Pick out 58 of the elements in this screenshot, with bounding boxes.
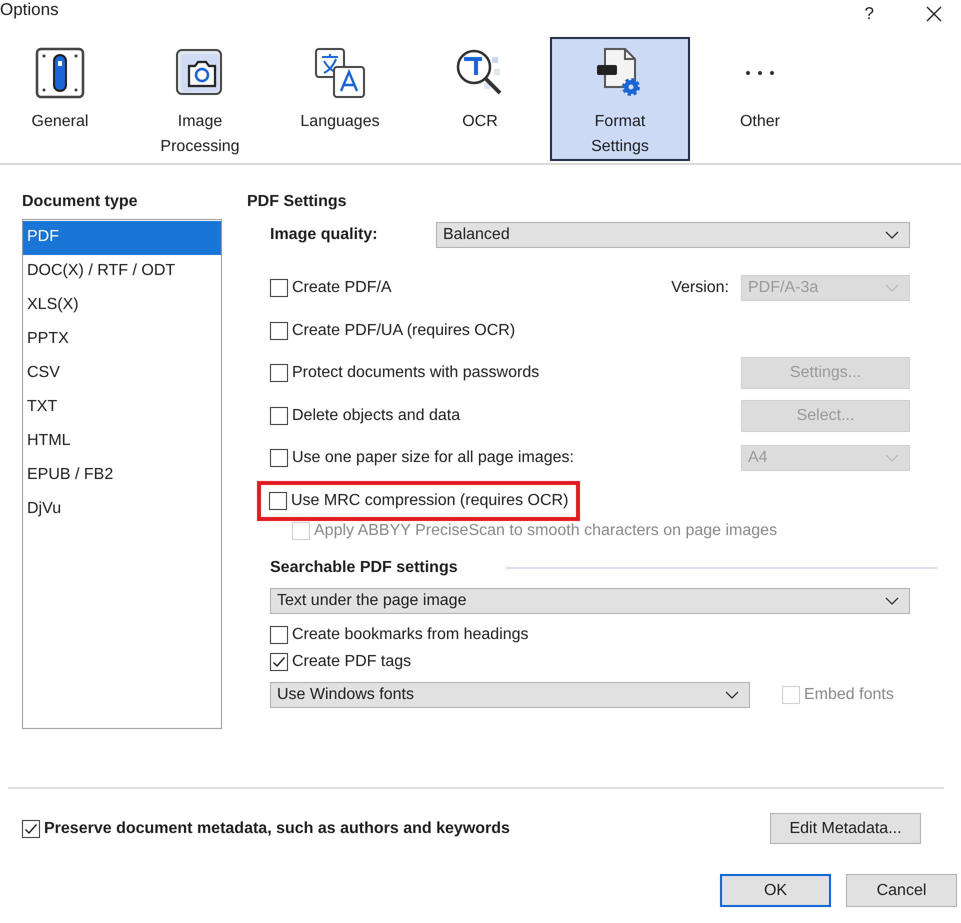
checkbox-label: Apply ABBYY PreciseScan to smooth characters on page images — [314, 522, 778, 540]
checkbox[interactable] — [22, 820, 40, 838]
checkbox[interactable] — [270, 449, 288, 468]
field-label: Image quality: — [270, 226, 379, 244]
window-title: Options — [0, 0, 59, 20]
checkbox-label: Embed fonts — [804, 686, 894, 704]
close-icon[interactable] — [926, 6, 942, 22]
checkbox-label: Create PDF/UA (requires OCR) — [292, 322, 516, 340]
checkbox[interactable] — [270, 279, 288, 298]
dialog-button[interactable]: Cancel — [846, 874, 957, 907]
chevron-down-icon — [885, 454, 899, 462]
translate-icon — [314, 47, 366, 99]
list-item[interactable]: XLS(X) — [23, 289, 221, 323]
dropdown[interactable]: Use Windows fonts — [270, 682, 750, 708]
toolbar-tab[interactable]: Languages — [270, 37, 410, 161]
dialog-button[interactable]: OK — [720, 874, 831, 907]
checkbox-label: Preserve document metadata, such as authors and keywords — [44, 820, 510, 838]
field-label: Version: — [671, 279, 729, 298]
toolbar-tab[interactable]: Other — [690, 37, 830, 161]
list-item[interactable]: CSV — [23, 357, 221, 391]
camera-icon — [175, 48, 225, 98]
chevron-down-icon — [885, 231, 899, 239]
checkbox-label: Use one paper size for all page images: — [292, 449, 574, 468]
section-heading: Searchable PDF settings — [270, 559, 458, 577]
checkbox-label: Create bookmarks from headings — [292, 626, 529, 644]
list-item[interactable]: EPUB / FB2 — [23, 459, 221, 493]
checkbox-label: Create PDF/A — [292, 279, 392, 298]
toolbar-tab[interactable]: OCR — [410, 37, 550, 161]
list-item[interactable]: DjVu — [23, 493, 221, 527]
list-item[interactable]: PDF — [23, 221, 221, 255]
list-item[interactable]: DOC(X) / RTF / ODT — [23, 255, 221, 289]
checkbox-label: Create PDF tags — [292, 653, 412, 671]
dropdown[interactable]: Balanced — [436, 222, 910, 248]
checkbox[interactable] — [270, 653, 288, 671]
edit-metadata-button[interactable]: Edit Metadata... — [770, 813, 921, 844]
checkbox[interactable] — [269, 492, 287, 510]
chevron-down-icon — [885, 597, 899, 605]
checkbox[interactable] — [270, 626, 288, 644]
section-heading: Document type — [22, 193, 139, 212]
list-item[interactable]: HTML — [23, 425, 221, 459]
checkbox[interactable] — [270, 322, 288, 340]
chevron-down-icon — [725, 691, 739, 699]
checkbox[interactable] — [270, 406, 288, 425]
toolbar-tab[interactable]: Format Settings — [550, 37, 690, 161]
checkbox-label: Use MRC compression (requires OCR) — [291, 492, 568, 510]
list-item[interactable]: PPTX — [23, 323, 221, 357]
checkbox[interactable] — [270, 364, 288, 382]
toolbar-tab[interactable]: Image Processing — [130, 37, 270, 161]
help-button[interactable]: ? — [864, 4, 874, 24]
more-icon — [745, 70, 775, 76]
section-heading: PDF Settings — [247, 193, 348, 212]
dropdown[interactable]: Text under the page image — [270, 588, 910, 614]
chevron-down-icon — [885, 284, 899, 292]
checkbox-label: Delete objects and data — [292, 406, 460, 425]
list-item[interactable]: TXT — [23, 391, 221, 425]
toolbar-tab[interactable]: General — [0, 37, 130, 161]
checkbox-label: Protect documents with passwords — [292, 364, 540, 382]
device-icon — [35, 47, 85, 99]
